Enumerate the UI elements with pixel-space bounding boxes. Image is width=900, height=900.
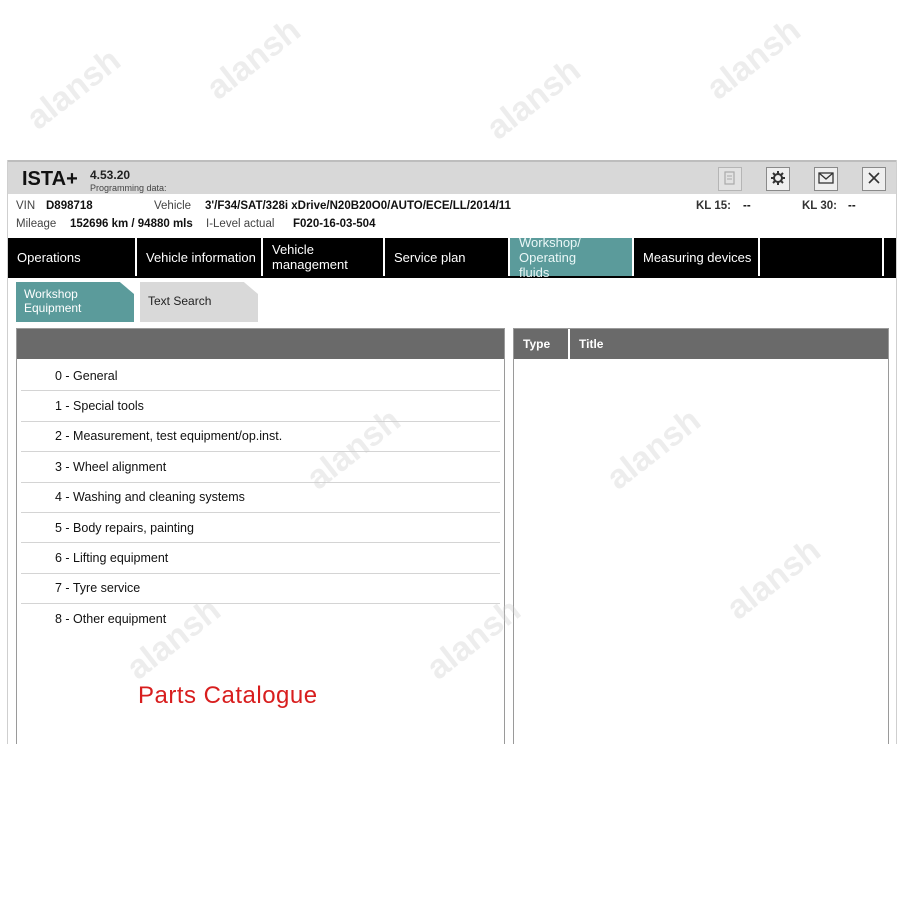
category-list: 0 - General 1 - Special tools 2 - Measur… (21, 361, 500, 635)
app-name: ISTA+ (22, 168, 78, 190)
watermark: alansh (699, 10, 808, 108)
ilevel-value: F020-16-03-504 (293, 218, 376, 230)
list-item[interactable]: 4 - Washing and cleaning systems (21, 483, 500, 513)
main-nav: Operations Vehicle information Vehicle m… (8, 235, 896, 280)
gear-icon (770, 170, 786, 189)
tab-vehicle-information[interactable]: Vehicle information (137, 238, 263, 276)
list-item[interactable]: 8 - Other equipment (21, 604, 500, 634)
list-item[interactable]: 7 - Tyre service (21, 574, 500, 605)
parts-catalogue-caption: Parts Catalogue (138, 682, 318, 709)
results-table-header: Type Title (514, 329, 888, 359)
tab-empty (760, 238, 884, 276)
mail-button[interactable] (814, 167, 838, 191)
vin-value: D898718 (46, 200, 93, 212)
subtab-text-search[interactable]: Text Search (140, 282, 258, 322)
ista-window: ISTA+ 4.53.20 Programming data: VIN D898… (7, 160, 897, 744)
ilevel-label: I-Level actual (206, 218, 275, 230)
results-panel: Type Title (513, 328, 889, 744)
watermark: alansh (19, 40, 128, 138)
mail-icon (818, 171, 834, 188)
settings-button[interactable] (766, 167, 790, 191)
list-item[interactable]: 5 - Body repairs, painting (21, 513, 500, 544)
column-header-type[interactable]: Type (514, 329, 570, 359)
list-item[interactable]: 3 - Wheel alignment (21, 452, 500, 483)
kl30-label: KL 30: (802, 200, 837, 212)
tab-measuring-devices[interactable]: Measuring devices (634, 238, 760, 276)
tab-operations[interactable]: Operations (8, 238, 137, 276)
category-panel-header (17, 329, 504, 359)
close-icon (868, 171, 880, 187)
subtab-workshop-equipment[interactable]: Workshop Equipment (16, 282, 134, 322)
tab-workshop-operating-fluids[interactable]: Workshop/ Operating fluids (510, 235, 634, 280)
column-header-title[interactable]: Title (570, 329, 888, 359)
tab-service-plan[interactable]: Service plan (385, 238, 510, 276)
vehicle-info-bar: VIN D898718 Vehicle 3'/F34/SAT/328i xDri… (8, 194, 896, 238)
watermark: alansh (199, 10, 308, 108)
kl15-label: KL 15: (696, 200, 731, 212)
tab-vehicle-management[interactable]: Vehicle management (263, 238, 385, 276)
list-item[interactable]: 0 - General (21, 361, 500, 392)
title-bar: ISTA+ 4.53.20 Programming data: (8, 160, 896, 194)
mileage-label: Mileage (16, 218, 57, 230)
document-icon (723, 170, 737, 188)
vin-label: VIN (16, 200, 36, 212)
document-button[interactable] (718, 167, 742, 191)
list-item[interactable]: 2 - Measurement, test equipment/op.inst. (21, 422, 500, 453)
list-item[interactable]: 1 - Special tools (21, 391, 500, 422)
programming-data-label: Programming data: (90, 183, 167, 193)
kl15-value: -- (743, 200, 751, 212)
mileage-value: 152696 km / 94880 mls (70, 218, 193, 230)
vehicle-label: Vehicle (154, 200, 192, 212)
sub-tabs: Workshop Equipment Text Search (8, 278, 896, 324)
app-version: 4.53.20 (90, 168, 131, 182)
list-item[interactable]: 6 - Lifting equipment (21, 543, 500, 574)
kl30-value: -- (848, 200, 856, 212)
vehicle-value: 3'/F34/SAT/328i xDrive/N20B20O0/AUTO/ECE… (205, 200, 511, 212)
close-button[interactable] (862, 167, 886, 191)
watermark: alansh (479, 50, 588, 148)
